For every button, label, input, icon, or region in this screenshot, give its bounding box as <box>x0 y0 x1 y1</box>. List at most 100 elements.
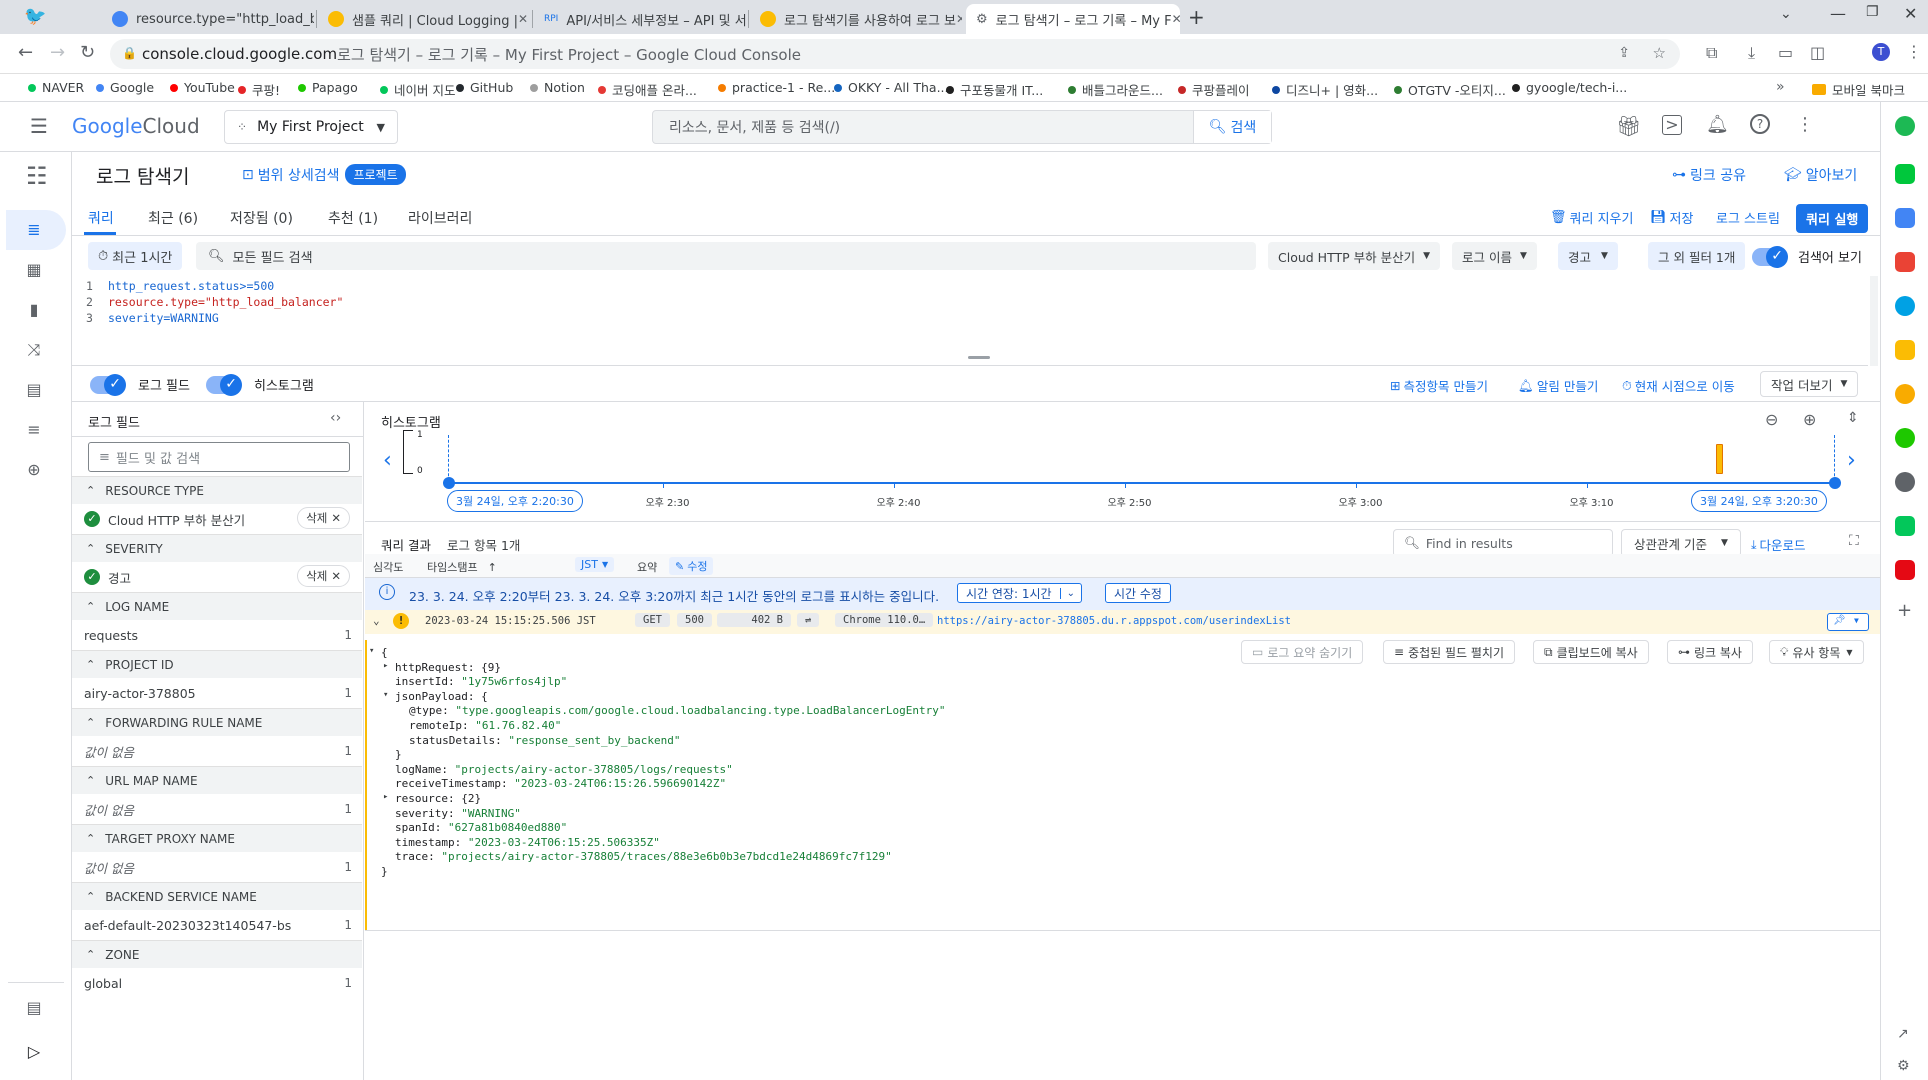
json-line[interactable]: ▸ resource: {2} <box>383 792 481 805</box>
share-link-button[interactable]: ⊶ 링크 공유 <box>1672 165 1746 185</box>
zoom-in-icon[interactable]: ⊕ <box>1803 410 1816 429</box>
tab-close-icon[interactable]: ✕ <box>1172 12 1180 26</box>
scope-refine-button[interactable]: ⊡ 범위 상세검색 프로젝트 <box>242 164 406 185</box>
field-value-row[interactable]: global 1 <box>72 968 362 998</box>
bookmark-item[interactable]: Notion <box>530 80 585 95</box>
bookmark-item[interactable]: 쿠팡플레이 <box>1178 80 1250 99</box>
save-query-button[interactable]: 💾︎ 저장 <box>1650 208 1693 227</box>
notifications-bell-icon[interactable]: 🔔︎ <box>1706 114 1729 135</box>
help-icon[interactable]: ? <box>1750 114 1770 134</box>
extend-time-button[interactable]: 시간 연장: 1시간 ⌄ <box>957 583 1082 603</box>
histogram-toggle[interactable]: ✓ 히스토그램 <box>206 373 314 396</box>
log-entry-row[interactable]: ⌄ ! 2023-03-24 15:15:25.506 JST GET 500 … <box>365 610 1880 634</box>
bookmark-item[interactable]: GitHub <box>456 80 513 95</box>
create-metric-button[interactable]: ⊞ 측정항목 만들기 <box>1390 376 1488 395</box>
search-button[interactable]: 🔍︎ 검색 <box>1193 111 1271 143</box>
hamburger-menu-icon[interactable]: ☰ <box>30 114 48 138</box>
expand-histogram-icon[interactable]: ⇕ <box>1847 410 1859 426</box>
query-text[interactable]: http_request.status>=500 resource.type="… <box>108 278 343 326</box>
extensions-icon[interactable]: ⧉ <box>1706 43 1717 63</box>
show-query-switch[interactable]: ✓ <box>1752 245 1788 268</box>
media-icon[interactable]: ▭ <box>1778 43 1793 62</box>
expand-nested-button[interactable]: ≡ 중첩된 필드 펼치기 <box>1383 640 1516 664</box>
expand-triangle-icon[interactable]: ▸ <box>383 792 388 802</box>
copy-link-button[interactable]: ⊶ 링크 복사 <box>1667 640 1753 664</box>
field-section-header[interactable]: ⌃ LOG NAME <box>72 592 362 620</box>
dashboard-nav-icon[interactable]: ▦ <box>24 260 44 280</box>
bookmark-item[interactable]: gyoogle/tech-i... <box>1512 80 1627 95</box>
collapse-panel-icon[interactable]: ‹› <box>330 410 341 426</box>
field-section-header[interactable]: ⌃ RESOURCE TYPE <box>72 476 362 504</box>
run-query-button[interactable]: 쿼리 실행 <box>1796 204 1869 233</box>
global-search-box[interactable]: 리소스, 문서, 제품 등 검색(/) 🔍︎ 검색 <box>652 110 1272 144</box>
browser-tab[interactable]: 샘플 쿼리 | Cloud Logging | ✕ <box>318 4 530 34</box>
all-fields-search[interactable]: 🔍︎ 모든 필드 검색 <box>196 242 1256 270</box>
add-app-icon[interactable]: + <box>1897 600 1912 621</box>
global-search-input[interactable]: 리소스, 문서, 제품 등 검색(/) <box>653 117 1193 137</box>
cloud-shell-icon[interactable]: > <box>1662 115 1682 135</box>
google-cloud-logo[interactable]: Google Cloud <box>72 114 200 138</box>
severity-filter-dropdown[interactable]: 경고 ▼ <box>1558 242 1618 270</box>
collapse-triangle-icon[interactable]: ▾ <box>369 646 374 656</box>
histogram-next-icon[interactable]: › <box>1847 448 1856 473</box>
tab-query[interactable]: 쿼리 <box>88 208 114 228</box>
fullscreen-icon[interactable]: ⛶ <box>1849 533 1859 549</box>
log-fields-toggle[interactable]: ✓ 로그 필드 <box>90 373 190 396</box>
learn-button[interactable]: 🎓︎ 알아보기 <box>1784 165 1857 185</box>
field-value-row[interactable]: airy-actor-378805 1 <box>72 678 362 708</box>
log-fields-switch[interactable]: ✓ <box>90 373 126 396</box>
json-line[interactable]: ▾ jsonPayload: { <box>383 690 488 703</box>
log-name-filter-dropdown[interactable]: 로그 이름 ▼ <box>1452 242 1537 270</box>
back-icon[interactable]: ← <box>18 42 33 63</box>
resource-filter-dropdown[interactable]: Cloud HTTP 부하 분산기 ▼ <box>1268 242 1441 270</box>
field-value-row[interactable]: 값이 없음 1 <box>72 794 362 824</box>
release-notes-icon[interactable]: ▤ <box>24 998 44 1018</box>
twitter-icon[interactable]: 🐦 <box>24 6 46 28</box>
field-section-header[interactable]: ⌃ ZONE <box>72 940 362 968</box>
expand-nav-icon[interactable]: ▷ <box>24 1042 44 1062</box>
share-icon[interactable]: ⇪ <box>1618 45 1630 61</box>
calendar-app-icon[interactable] <box>1895 208 1915 228</box>
zoom-out-icon[interactable]: ⊖ <box>1765 410 1778 429</box>
bookmark-item[interactable]: practice-1 - Re... <box>718 80 835 95</box>
browser-tab[interactable]: RPI API/서비스 세부정보 – API 및 서 ✕ <box>534 4 746 34</box>
more-options-icon[interactable]: ⋮ <box>1796 114 1814 135</box>
sink-nav-icon[interactable]: ⊕ <box>24 460 44 480</box>
side-panel-settings-icon[interactable]: ⚙ <box>1897 1058 1910 1074</box>
browser-tab-active[interactable]: ⚙ 로그 탐색기 – 로그 기록 – My F ✕ <box>966 4 1180 34</box>
create-alert-button[interactable]: 🔔︎ 알림 만들기 <box>1518 376 1598 395</box>
bookmark-item[interactable]: Google <box>96 80 154 95</box>
bookmarks-overflow[interactable]: » <box>1776 79 1785 95</box>
editor-resize-handle[interactable] <box>968 356 990 359</box>
clear-query-button[interactable]: 🗑︎ 쿼리 지우기 <box>1550 208 1633 227</box>
entry-agent-chip[interactable]: Chrome 110.0… <box>835 613 934 627</box>
field-section-header[interactable]: ⌃ BACKEND SERVICE NAME <box>72 882 362 910</box>
star-app-icon[interactable] <box>1895 384 1915 404</box>
time-range-chip[interactable]: ⏱︎ 최근 1시간 <box>88 242 183 270</box>
range-start-handle[interactable] <box>443 477 455 489</box>
storage-nav-icon[interactable]: ▤ <box>24 380 44 400</box>
similar-entries-dropdown[interactable]: 💡︎ 유사 항목 ▼ <box>1769 640 1864 664</box>
col-severity[interactable]: 심각도 <box>373 559 403 575</box>
restore-icon[interactable]: ❐ <box>1866 4 1879 20</box>
reload-icon[interactable]: ↻ <box>80 42 95 63</box>
histogram-switch[interactable]: ✓ <box>206 373 242 396</box>
bookmark-item[interactable]: Papago <box>298 80 358 95</box>
bookmark-item[interactable]: YouTube <box>170 80 235 95</box>
edit-summary-button[interactable]: ✎ 수정 <box>669 557 714 575</box>
histogram-prev-icon[interactable]: ‹ <box>383 448 392 473</box>
chat-app-icon[interactable] <box>1895 164 1915 184</box>
spotify-icon[interactable] <box>1895 116 1915 136</box>
sort-dropdown[interactable]: 상관관계 기준 ▼ <box>1621 529 1741 557</box>
router-nav-icon[interactable]: ⤨ <box>24 340 44 360</box>
entry-method-chip[interactable]: GET <box>635 613 670 627</box>
more-filters-chip[interactable]: 그 외 필터 1개 <box>1648 242 1746 270</box>
octocat-app-icon[interactable] <box>1895 472 1915 492</box>
range-end-handle[interactable] <box>1829 477 1841 489</box>
logs-explorer-nav-icon[interactable]: ≣ <box>24 220 44 240</box>
tab-close-icon[interactable]: ✕ <box>518 12 528 26</box>
timezone-dropdown[interactable]: JST ▼ <box>575 557 615 572</box>
bookmark-item[interactable]: 배틀그라운드... <box>1068 80 1163 99</box>
more-actions-dropdown[interactable]: 작업 더보기 ▼ <box>1760 371 1859 397</box>
field-value-row[interactable]: aef-default-20230323t140547-bs 1 <box>72 910 362 940</box>
